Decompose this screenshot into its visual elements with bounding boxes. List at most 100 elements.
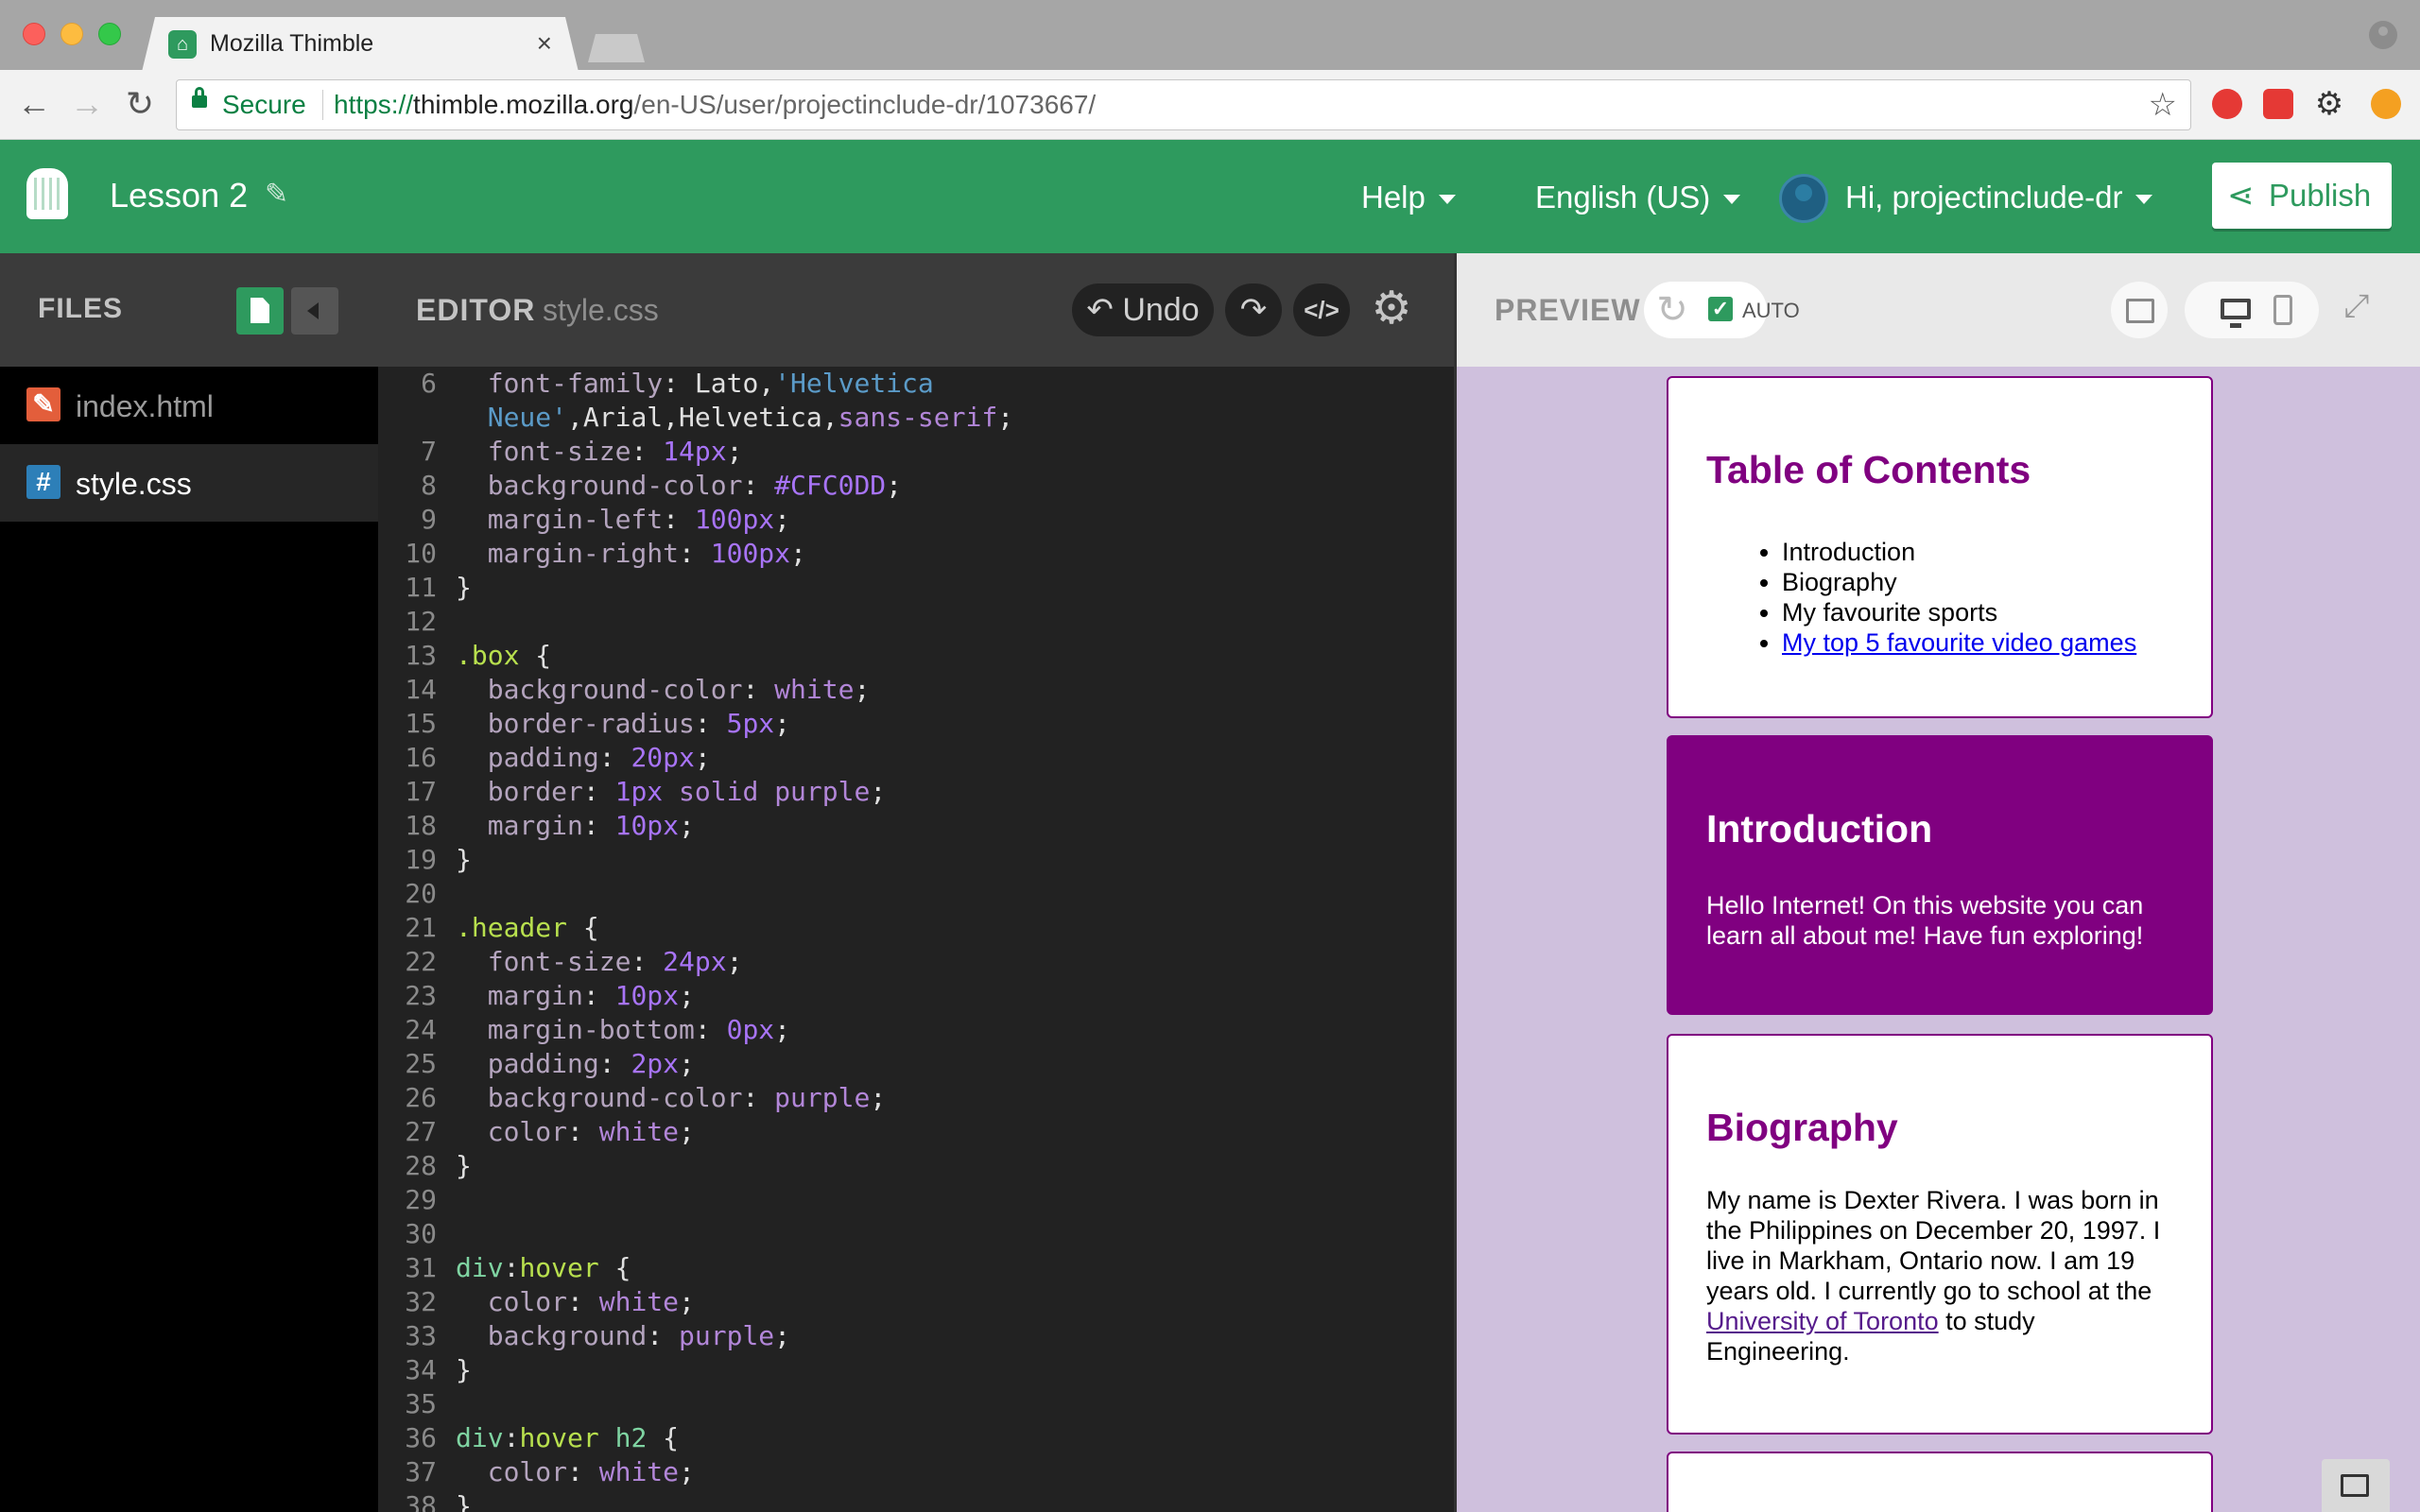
code-line[interactable]: 30 [378,1217,1454,1251]
code-line[interactable]: 25 padding: 2px; [378,1047,1454,1081]
avatar[interactable] [1779,174,1828,223]
code-line[interactable]: 15 border-radius: 5px; [378,707,1454,741]
code-token: background-color [487,1082,743,1113]
mobile-icon[interactable] [2273,295,2292,325]
intro-box[interactable]: Introduction Hello Internet! On this web… [1667,735,2213,1015]
code-area[interactable]: 6 font-family: Lato,'Helvetica Neue',Ari… [378,367,1454,1512]
code-line[interactable]: 13 .box { [378,639,1454,673]
code-line[interactable]: 29 [378,1183,1454,1217]
code-text: div:hover h2 { [456,1421,679,1455]
auto-refresh-label: AUTO [1742,299,1800,322]
help-menu[interactable]: Help [1361,180,1456,215]
code-line[interactable]: 32 color: white; [378,1285,1454,1319]
inspect-element-button[interactable] [2111,282,2168,338]
code-text: font-family: Lato,'Helvetica [456,367,934,401]
thimble-logo-icon[interactable] [26,168,68,219]
code-line[interactable]: 14 background-color: white; [378,673,1454,707]
code-line[interactable]: 7 font-size: 14px; [378,435,1454,469]
forward-arrow-icon[interactable]: → [68,83,106,125]
undo-button[interactable]: ↶ Undo [1072,284,1214,336]
code-line[interactable]: 28} [378,1149,1454,1183]
project-title[interactable]: Lesson 2 [110,176,248,215]
browser-profile-icon[interactable] [2369,21,2397,49]
code-line[interactable]: 35 [378,1387,1454,1421]
refresh-preview-icon[interactable]: ↻ [1644,282,1701,338]
code-token: 0px [726,1014,775,1045]
address-bar[interactable]: Secure https://thimble.mozilla.org/en-US… [176,79,2191,130]
code-line[interactable]: 11} [378,571,1454,605]
share-icon: ⋖ [2227,178,2255,214]
code-line[interactable]: 22 font-size: 24px; [378,945,1454,979]
extension-gear-icon[interactable]: ⚙ [2314,88,2344,120]
format-code-button[interactable]: </> [1293,284,1350,336]
editor-settings-button[interactable]: ⚙ [1363,282,1420,338]
url-text[interactable]: https://thimble.mozilla.org/en-US/user/p… [334,90,1096,120]
code-line[interactable]: 20 [378,877,1454,911]
code-line[interactable]: 34} [378,1353,1454,1387]
code-line[interactable]: 31 div:hover { [378,1251,1454,1285]
language-menu[interactable]: English (US) [1535,180,1741,215]
code-line[interactable]: 18 margin: 10px; [378,809,1454,843]
reload-icon[interactable]: ↻ [121,83,159,125]
tab-close-icon[interactable]: × [537,28,552,59]
edit-pencil-icon[interactable]: ✎ [265,178,288,211]
toc-item[interactable]: My top 5 favourite video games [1782,627,2136,658]
publish-button[interactable]: ⋖ Publish [2212,163,2392,229]
window-close-button[interactable] [23,23,45,45]
extension-shield-icon[interactable] [2212,89,2242,119]
redo-button[interactable]: ↷ [1225,284,1282,336]
window-minimize-button[interactable] [60,23,83,45]
code-token: : [582,980,615,1011]
toc-box[interactable]: Table of Contents IntroductionBiographyM… [1667,376,2213,718]
browser-tab-active[interactable]: ⌂ Mozilla Thimble × [142,17,579,72]
toc-link[interactable]: My top 5 favourite video games [1782,628,2136,657]
extension-orange-icon[interactable] [2371,89,2401,119]
file-item[interactable]: ✎ index.html [0,367,378,444]
code-line[interactable]: 6 font-family: Lato,'Helvetica [378,367,1454,401]
code-line[interactable]: 8 background-color: #CFC0DD; [378,469,1454,503]
code-line[interactable]: 38} [378,1489,1454,1512]
code-line[interactable]: 17 border: 1px solid purple; [378,775,1454,809]
bookmark-star-icon[interactable]: ☆ [2149,86,2177,124]
user-menu[interactable]: Hi, projectinclude-dr [1845,180,2153,215]
code-token: background-color [487,470,743,501]
new-file-button[interactable] [236,287,284,335]
code-line[interactable]: 16 padding: 20px; [378,741,1454,775]
code-token: margin [487,980,583,1011]
console-toggle-icon[interactable] [2322,1459,2390,1512]
window-zoom-button[interactable] [98,23,121,45]
biography-box[interactable]: Biography My name is Dexter Rivera. I wa… [1667,1034,2213,1435]
auto-refresh-checkbox[interactable]: ✓ [1708,297,1733,321]
code-line[interactable]: 27 color: white; [378,1115,1454,1149]
code-line[interactable]: 12 [378,605,1454,639]
extension-video-icon[interactable] [2263,89,2293,119]
new-tab-button[interactable] [588,34,645,62]
university-link[interactable]: University of Toronto [1706,1307,1939,1335]
back-arrow-icon[interactable]: ← [15,83,53,125]
code-line[interactable]: Neue',Arial,Helvetica,sans-serif; [378,401,1454,435]
code-text: } [456,1149,472,1183]
collapse-sidebar-button[interactable] [291,287,338,335]
code-line[interactable]: 19} [378,843,1454,877]
code-line[interactable]: 21 .header { [378,911,1454,945]
code-line[interactable]: 37 color: white; [378,1455,1454,1489]
desktop-icon[interactable] [2221,299,2251,328]
line-number: 21 [405,912,437,943]
code-line[interactable]: 10 margin-right: 100px; [378,537,1454,571]
code-line[interactable]: 26 background-color: purple; [378,1081,1454,1115]
line-number: 19 [405,844,437,875]
code-line[interactable]: 24 margin-bottom: 0px; [378,1013,1454,1047]
fullscreen-icon[interactable]: ⤢ [2340,289,2374,323]
pencil-icon: ✎ [26,387,60,421]
code-line[interactable]: 9 margin-left: 100px; [378,503,1454,537]
code-line[interactable]: 36 div:hover h2 { [378,1421,1454,1455]
language-label: English (US) [1535,180,1711,215]
code-line[interactable]: 23 margin: 10px; [378,979,1454,1013]
code-text: color: white; [456,1455,695,1489]
code-token: ; [870,776,887,807]
next-box[interactable] [1667,1452,2213,1512]
file-item[interactable]: # style.css [0,444,378,522]
code-line[interactable]: 33 background: purple; [378,1319,1454,1353]
